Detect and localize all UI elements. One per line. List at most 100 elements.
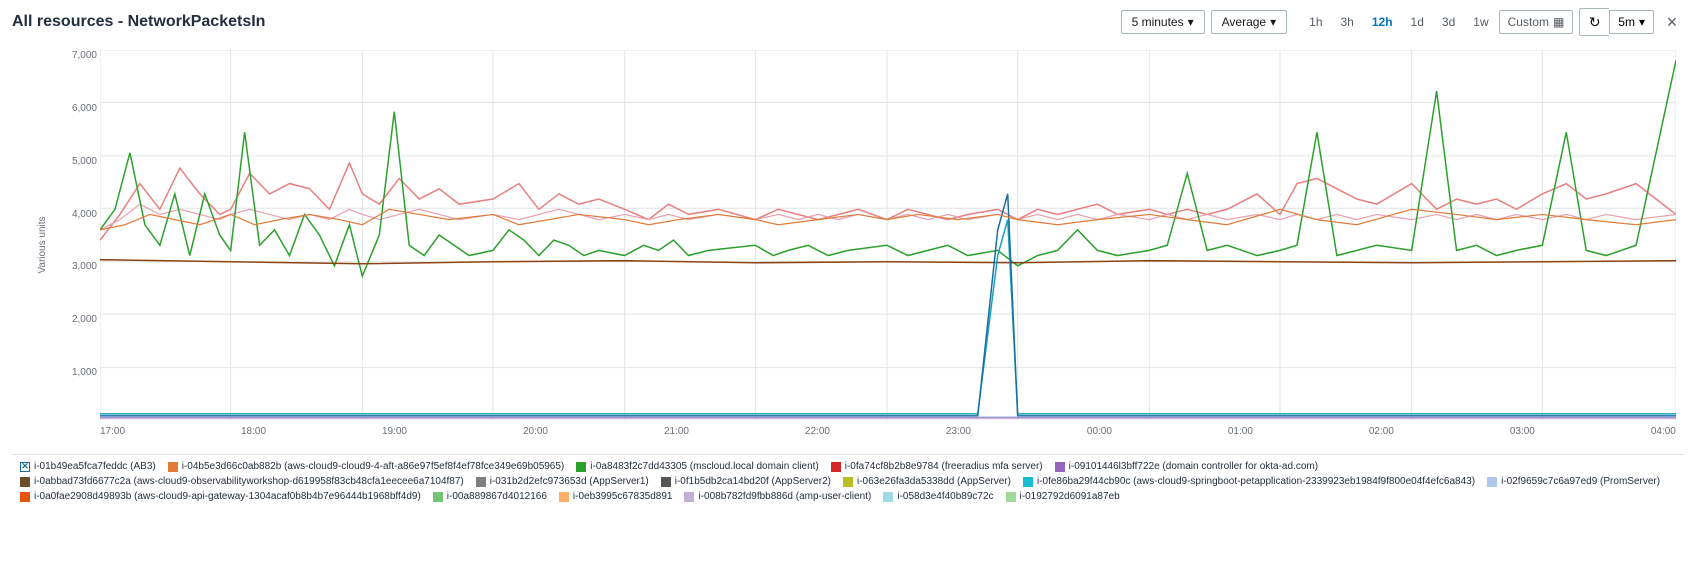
custom-range-btn[interactable]: Custom ▦ <box>1499 10 1574 34</box>
legend-item-3: i-0fa74cf8b2b8e9784 (freeradius mfa serv… <box>831 461 1043 472</box>
y-axis: 7,000 6,000 5,000 4,000 3,000 2,000 1,00… <box>22 50 97 420</box>
series-teal <box>100 220 1676 414</box>
x-tick-1800: 18:00 <box>241 426 266 437</box>
y-tick-2000: 2,000 <box>72 314 97 325</box>
legend-icon-1 <box>168 462 178 472</box>
legend-label-0: i-01b49ea5fca7feddc (AB3) <box>34 461 156 472</box>
legend-label-6: i-031b2d2efc973653d (AppServer1) <box>490 476 649 487</box>
y-tick-3000: 3,000 <box>72 261 97 272</box>
legend-item-1: i-04b5e3d66c0ab882b (aws-cloud9-cloud9-4… <box>168 461 565 472</box>
x-tick-0200: 02:00 <box>1369 426 1394 437</box>
x-tick-0400: 04:00 <box>1651 426 1676 437</box>
time-btn-3d[interactable]: 3d <box>1434 11 1463 33</box>
legend-item-15: i-058d3e4f40b89c72c <box>883 491 993 502</box>
legend-icon-9 <box>1023 477 1033 487</box>
legend-item-4: i-09101446l3bff722e (domain controller f… <box>1055 461 1318 472</box>
interval-dropdown[interactable]: 5 minutes ▾ <box>1121 10 1205 34</box>
series-coral <box>100 209 1676 230</box>
x-tick-0000: 00:00 <box>1087 426 1112 437</box>
legend-icon-5 <box>20 477 30 487</box>
time-btn-1w[interactable]: 1w <box>1465 11 1496 33</box>
legend-area: ✕ i-01b49ea5fca7feddc (AB3) i-04b5e3d66c… <box>12 454 1684 508</box>
legend-item-7: i-0f1b5db2ca14bd20f (AppServer2) <box>661 476 831 487</box>
chart-area: Various units 7,000 6,000 5,000 4,000 3,… <box>12 40 1684 450</box>
chart-svg <box>100 50 1676 420</box>
refresh-controls: ↻ 5m ▾ <box>1579 8 1654 36</box>
refresh-button[interactable]: ↻ <box>1579 8 1609 36</box>
legend-item-12: i-00a889867d4012166 <box>433 491 547 502</box>
legend-item-0: ✕ i-01b49ea5fca7feddc (AB3) <box>20 461 156 472</box>
y-tick-5000: 5,000 <box>72 156 97 167</box>
calendar-icon: ▦ <box>1553 15 1564 29</box>
time-btn-12h[interactable]: 12h <box>1364 11 1401 33</box>
legend-item-16: i-0192792d6091a87eb <box>1006 491 1120 502</box>
legend-label-10: i-02f9659c7c6a97ed9 (PromServer) <box>1501 476 1660 487</box>
refresh-icon: ↻ <box>1589 14 1601 31</box>
time-btn-1h[interactable]: 1h <box>1301 11 1330 33</box>
y-tick-7000: 7,000 <box>72 50 97 61</box>
legend-icon-11 <box>20 492 30 502</box>
series-pink <box>100 163 1676 240</box>
controls-bar: 5 minutes ▾ Average ▾ 1h 3h 12h 1d 3d 1w… <box>1121 8 1684 36</box>
legend-icon-15 <box>883 492 893 502</box>
legend-label-2: i-0a8483f2c7dd43305 (mscloud.local domai… <box>590 461 818 472</box>
legend-icon-14 <box>684 492 694 502</box>
legend-item-9: i-0fe86ba29f44cb90c (aws-cloud9-springbo… <box>1023 476 1475 487</box>
legend-item-13: i-0eb3995c67835d891 <box>559 491 673 502</box>
stat-dropdown[interactable]: Average ▾ <box>1211 10 1288 34</box>
legend-label-5: i-0abbad73fd6677c2a (aws-cloud9-observab… <box>34 476 464 487</box>
y-tick-6000: 6,000 <box>72 103 97 114</box>
legend-item-5: i-0abbad73fd6677c2a (aws-cloud9-observab… <box>20 476 464 487</box>
series-green <box>100 60 1676 276</box>
x-tick-2300: 23:00 <box>946 426 971 437</box>
x-tick-2100: 21:00 <box>664 426 689 437</box>
legend-label-7: i-0f1b5db2ca14bd20f (AppServer2) <box>675 476 831 487</box>
legend-label-8: i-063e26fa3da5338dd (AppServer) <box>857 476 1011 487</box>
legend-label-4: i-09101446l3bff722e (domain controller f… <box>1069 461 1318 472</box>
x-axis: 17:00 18:00 19:00 20:00 21:00 22:00 23:0… <box>100 422 1676 450</box>
legend-item-11: i-0a0fae2908d49893b (aws-cloud9-api-gate… <box>20 491 421 502</box>
legend-label-9: i-0fe86ba29f44cb90c (aws-cloud9-springbo… <box>1037 476 1475 487</box>
time-btn-3h[interactable]: 3h <box>1333 11 1362 33</box>
x-tick-2000: 20:00 <box>523 426 548 437</box>
legend-item-10: i-02f9659c7c6a97ed9 (PromServer) <box>1487 476 1660 487</box>
legend-icon-4 <box>1055 462 1065 472</box>
legend-icon-16 <box>1006 492 1016 502</box>
time-btn-1d[interactable]: 1d <box>1403 11 1432 33</box>
close-button[interactable]: × <box>1660 10 1684 34</box>
legend-label-15: i-058d3e4f40b89c72c <box>897 491 993 502</box>
legend-item-8: i-063e26fa3da5338dd (AppServer) <box>843 476 1011 487</box>
time-range-group: 1h 3h 12h 1d 3d 1w Custom ▦ <box>1301 10 1573 34</box>
legend-label-1: i-04b5e3d66c0ab882b (aws-cloud9-cloud9-4… <box>182 461 565 472</box>
legend-label-3: i-0fa74cf8b2b8e9784 (freeradius mfa serv… <box>845 461 1043 472</box>
legend-label-11: i-0a0fae2908d49893b (aws-cloud9-api-gate… <box>34 491 421 502</box>
main-container: All resources - NetworkPacketsIn 5 minut… <box>0 0 1696 568</box>
series-blue <box>100 194 1676 416</box>
chevron-down-icon: ▾ <box>1270 15 1276 29</box>
x-tick-1700: 17:00 <box>100 426 125 437</box>
chevron-down-icon: ▾ <box>1639 15 1645 29</box>
legend-label-13: i-0eb3995c67835d891 <box>573 491 673 502</box>
x-tick-2200: 22:00 <box>805 426 830 437</box>
refresh-interval-dropdown[interactable]: 5m ▾ <box>1609 10 1654 34</box>
x-tick-0300: 03:00 <box>1510 426 1535 437</box>
legend-icon-12 <box>433 492 443 502</box>
legend-icon-10 <box>1487 477 1497 487</box>
legend-item-2: i-0a8483f2c7dd43305 (mscloud.local domai… <box>576 461 818 472</box>
x-tick-1900: 19:00 <box>382 426 407 437</box>
legend-icon-0: ✕ <box>20 462 30 472</box>
legend-item-6: i-031b2d2efc973653d (AppServer1) <box>476 476 649 487</box>
header: All resources - NetworkPacketsIn 5 minut… <box>12 8 1684 36</box>
chevron-down-icon: ▾ <box>1188 15 1194 29</box>
y-tick-1000: 1,000 <box>72 367 97 378</box>
page-title: All resources - NetworkPacketsIn <box>12 13 265 31</box>
legend-icon-6 <box>476 477 486 487</box>
y-tick-4000: 4,000 <box>72 209 97 220</box>
x-tick-0100: 01:00 <box>1228 426 1253 437</box>
legend-icon-8 <box>843 477 853 487</box>
legend-label-14: i-008b782fd9fbb886d (amp-user-client) <box>698 491 871 502</box>
legend-item-14: i-008b782fd9fbb886d (amp-user-client) <box>684 491 871 502</box>
legend-label-16: i-0192792d6091a87eb <box>1020 491 1120 502</box>
legend-label-12: i-00a889867d4012166 <box>447 491 547 502</box>
legend-icon-13 <box>559 492 569 502</box>
